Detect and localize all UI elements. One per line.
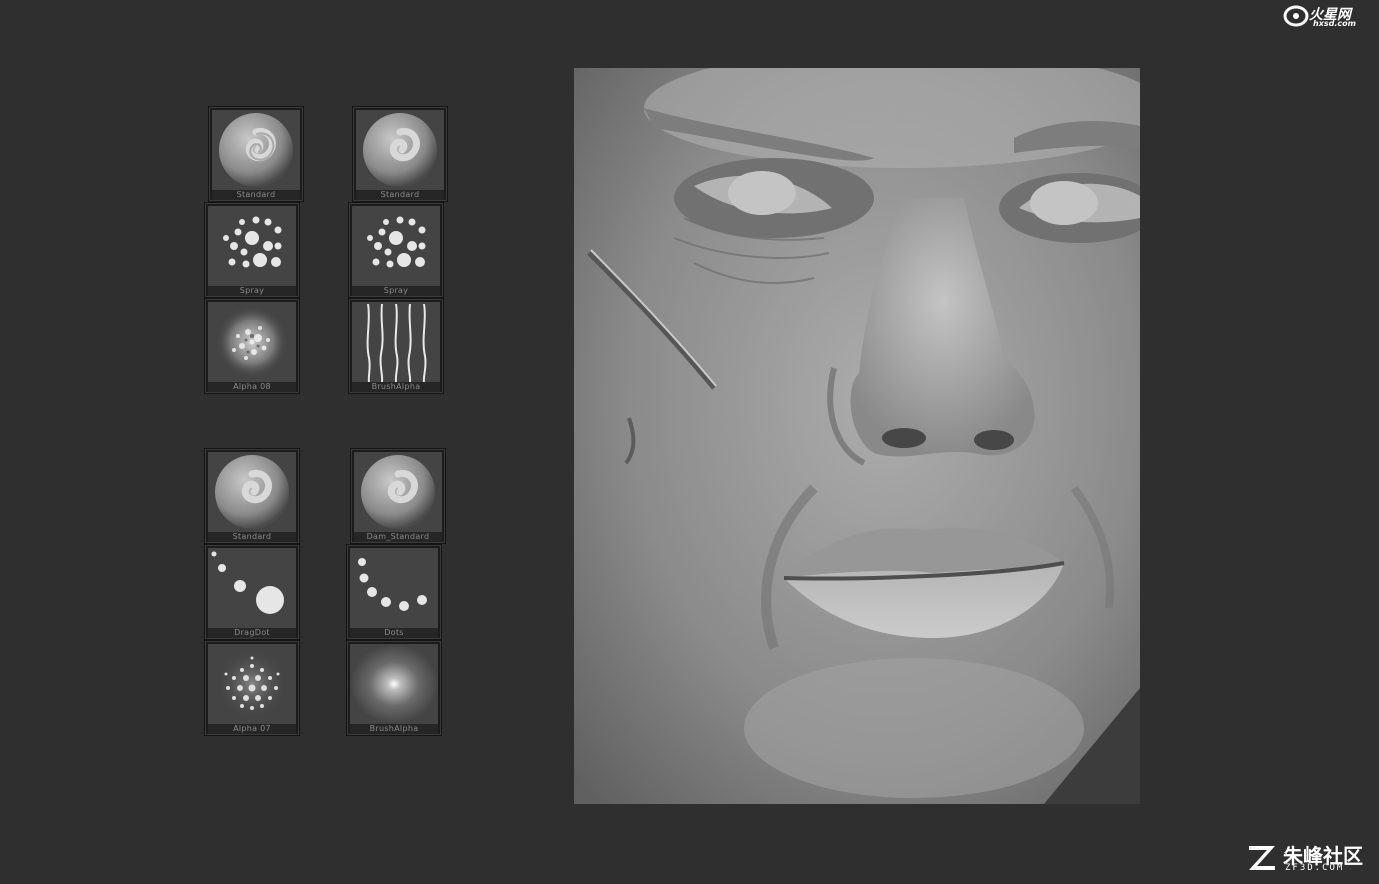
stroke-slot-label: Dots xyxy=(350,628,438,638)
zf3d-url-text: ZF3D.COM xyxy=(1285,863,1345,873)
stroke-slot-label: DragDot xyxy=(208,628,296,638)
alpha-slot-alpha-08[interactable]: Alpha 08 xyxy=(204,298,300,394)
alpha-slot-alpha-07[interactable]: Alpha 07 xyxy=(204,640,300,736)
standard-brush-icon xyxy=(212,110,300,190)
brush-slot-standard[interactable]: Standard xyxy=(208,106,304,202)
brush-slot-label: Standard xyxy=(212,190,300,200)
brush-slot-standard[interactable]: Standard xyxy=(204,448,300,544)
stroke-slot-dragdot[interactable]: DragDot xyxy=(204,544,300,640)
spray-stroke-icon xyxy=(208,206,296,286)
dots-stroke-icon xyxy=(350,548,438,628)
brush-slot-label: Dam_Standard xyxy=(354,532,442,542)
brush-slot-label: Standard xyxy=(356,190,444,200)
dragdot-stroke-icon xyxy=(208,548,296,628)
wavy-lines-alpha-icon xyxy=(352,302,440,382)
standard-brush-icon xyxy=(356,110,444,190)
stroke-slot-spray[interactable]: Spray xyxy=(348,202,444,298)
zf3d-logo-icon xyxy=(1249,846,1275,870)
alpha-slot-brushalpha[interactable]: BrushAlpha xyxy=(346,640,442,736)
stroke-slot-spray[interactable]: Spray xyxy=(204,202,300,298)
stroke-slot-dots[interactable]: Dots xyxy=(346,544,442,640)
stroke-slot-label: Spray xyxy=(352,286,440,296)
alpha-slot-brushalpha[interactable]: BrushAlpha xyxy=(348,298,444,394)
standard-brush-icon xyxy=(354,452,442,532)
spray-stroke-icon xyxy=(352,206,440,286)
brush-slot-label: Standard xyxy=(208,532,296,542)
alpha-slot-label: BrushAlpha xyxy=(350,724,438,734)
zf3d-watermark: 朱峰社区 ZF3D.COM xyxy=(1245,840,1371,876)
alpha-slot-label: BrushAlpha xyxy=(352,382,440,392)
noise-alpha-icon xyxy=(208,302,296,382)
sculpted-face-image xyxy=(574,68,1140,804)
dots-alpha-icon xyxy=(208,644,296,724)
alpha-slot-label: Alpha 08 xyxy=(208,382,296,392)
hxsd-logo-icon xyxy=(1283,5,1309,27)
alpha-slot-label: Alpha 07 xyxy=(208,724,296,734)
sculpt-viewport-render xyxy=(574,68,1140,804)
hxsd-url-text: hxsd.com xyxy=(1313,19,1356,28)
brush-slot-standard[interactable]: Standard xyxy=(352,106,448,202)
soft-gradient-alpha-icon xyxy=(350,644,438,724)
hxsd-watermark: 火星网 hxsd.com xyxy=(1283,4,1367,30)
brush-slot-dam-standard[interactable]: Dam_Standard xyxy=(350,448,446,544)
standard-brush-icon xyxy=(208,452,296,532)
stroke-slot-label: Spray xyxy=(208,286,296,296)
